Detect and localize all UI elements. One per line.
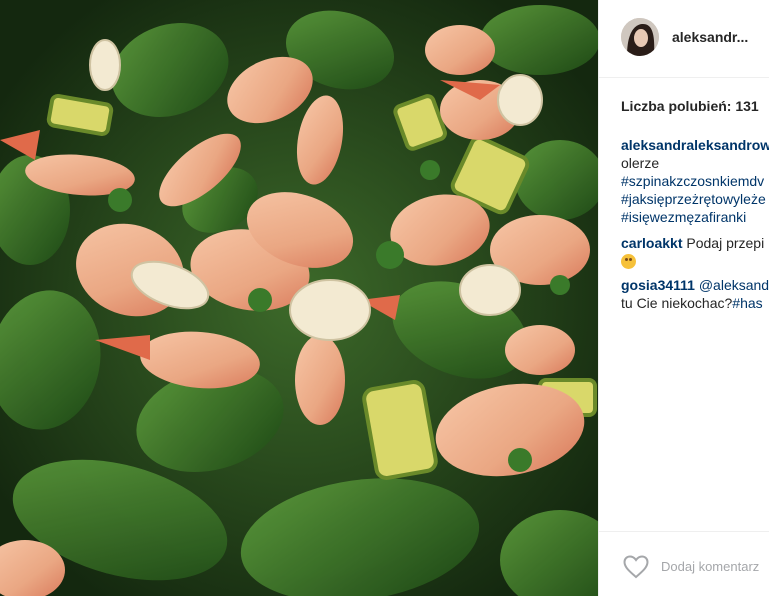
hashtag-link[interactable]: #szpinakzczosnkiemdv — [621, 172, 769, 190]
comment-item: gosia34111 @aleksandr tu Cie niekochac?#… — [621, 276, 769, 312]
shrimp-spinach-image — [0, 0, 598, 596]
caption-text: olerze — [621, 155, 660, 171]
hashtag-link[interactable]: #isięwezmęzafiranki — [621, 208, 769, 226]
comment-author[interactable]: gosia34111 — [621, 277, 695, 293]
post-caption: aleksandraleksandrow olerze #szpinakzczo… — [621, 136, 769, 226]
hashtag-link[interactable]: #jaksięprzeżrętowyleże — [621, 190, 769, 208]
comment-item: carloakkt Podaj przepi — [621, 234, 769, 271]
comment-text: tu Cie niekochac? — [621, 295, 733, 311]
smiling-face-icon — [621, 254, 636, 269]
hashtag-link[interactable]: #has — [732, 295, 762, 311]
avatar[interactable] — [621, 18, 659, 56]
caption-author[interactable]: aleksandraleksandrow — [621, 136, 769, 154]
comment-mention[interactable]: @aleksandr — [699, 277, 769, 293]
post-footer: Dodaj komentarz — [599, 531, 769, 596]
post-username[interactable]: aleksandr... — [672, 29, 748, 45]
avatar-image — [621, 18, 659, 56]
likes-count[interactable]: Liczba polubień: 131 — [621, 98, 759, 114]
add-comment-input[interactable]: Dodaj komentarz — [661, 559, 759, 574]
post-header: aleksandr... — [599, 0, 769, 78]
post-photo[interactable] — [0, 0, 598, 596]
comment-text: Podaj przepi — [686, 235, 765, 251]
comment-author[interactable]: carloakkt — [621, 235, 682, 251]
heart-icon[interactable] — [623, 555, 649, 579]
post-sidebar: aleksandr... Liczba polubień: 131 aleksa… — [598, 0, 769, 596]
